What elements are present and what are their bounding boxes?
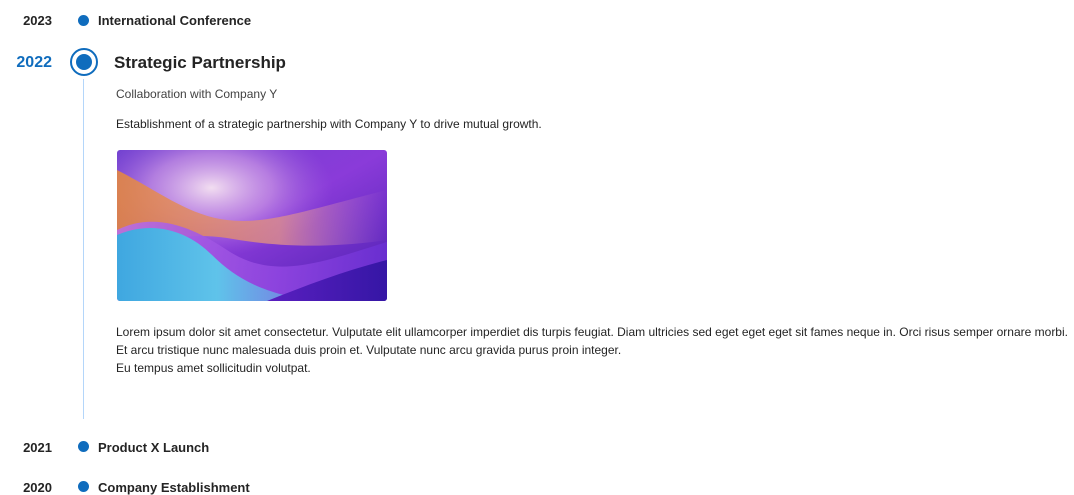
abstract-gradient-image	[117, 150, 387, 301]
timeline-active-dot-icon[interactable]	[70, 48, 98, 76]
timeline-connector-line	[83, 79, 84, 419]
timeline-item-title-2023[interactable]: International Conference	[98, 13, 251, 28]
timeline-item-title-2022[interactable]: Strategic Partnership	[114, 53, 286, 73]
body-paragraph-1: Lorem ipsum dolor sit amet consectetur. …	[116, 325, 1068, 357]
body-paragraph-2: Eu tempus amet sollicitudin volutpat.	[116, 361, 311, 375]
year-label-2023: 2023	[23, 13, 52, 28]
timeline-dot-icon[interactable]	[78, 481, 89, 492]
active-dot-inner	[76, 54, 92, 70]
timeline-item-body: Lorem ipsum dolor sit amet consectetur. …	[116, 323, 1071, 377]
timeline-item-title-2020[interactable]: Company Establishment	[98, 480, 250, 495]
timeline: 2023 International Conference 2022 Strat…	[0, 0, 1074, 495]
timeline-item-description: Establishment of a strategic partnership…	[116, 117, 542, 131]
timeline-item-title-2021[interactable]: Product X Launch	[98, 440, 209, 455]
timeline-dot-icon[interactable]	[78, 441, 89, 452]
year-label-2020: 2020	[23, 480, 52, 495]
year-label-2021: 2021	[23, 440, 52, 455]
timeline-dot-icon[interactable]	[78, 15, 89, 26]
timeline-item-subtitle: Collaboration with Company Y	[116, 87, 278, 101]
year-label-2022: 2022	[16, 54, 52, 71]
